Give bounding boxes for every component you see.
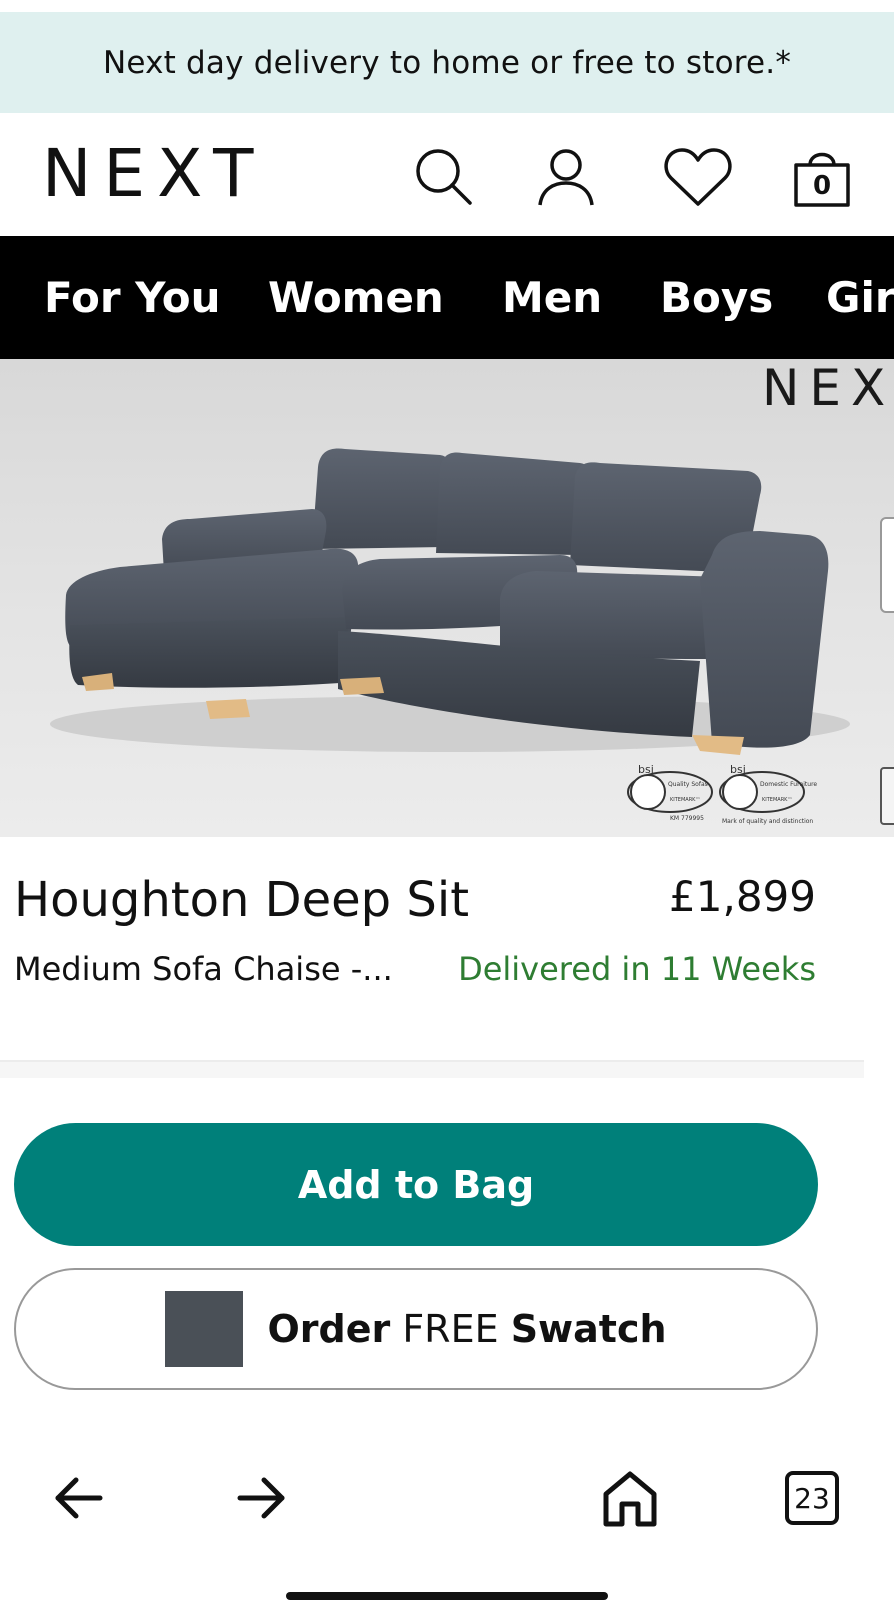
tab-count: 23 bbox=[785, 1471, 839, 1525]
back-arrow-icon[interactable] bbox=[42, 1462, 114, 1534]
home-icon[interactable] bbox=[594, 1462, 666, 1534]
fabric-swatch-chip bbox=[165, 1291, 244, 1367]
section-divider bbox=[0, 1060, 864, 1078]
delivery-banner[interactable]: Next day delivery to home or free to sto… bbox=[0, 12, 894, 113]
bsi-badge-2-text: bsi bbox=[730, 763, 746, 776]
swatch-label-free: FREE bbox=[402, 1307, 499, 1351]
kitemark-caption: Mark of quality and distinction bbox=[722, 818, 814, 825]
delivery-estimate: Delivered in 11 Weeks bbox=[458, 950, 816, 988]
next-image-badge-peek bbox=[880, 767, 894, 825]
next-image-peek[interactable] bbox=[880, 517, 894, 613]
add-to-bag-button[interactable]: Add to Bag bbox=[14, 1123, 818, 1246]
add-to-bag-label: Add to Bag bbox=[297, 1162, 535, 1207]
product-title: Houghton Deep Sit bbox=[14, 872, 470, 928]
bsi-badge-1-text: bsi bbox=[638, 763, 654, 776]
bsi-badge-2-label: Domestic Furniture bbox=[760, 781, 818, 788]
kitemark-label-2: KITEMARK™ bbox=[762, 797, 793, 803]
nav-item-women[interactable]: Women bbox=[268, 236, 444, 359]
category-nav: For You Women Men Boys Gir bbox=[0, 236, 894, 359]
product-price: £1,899 bbox=[669, 872, 816, 921]
heart-icon[interactable] bbox=[662, 141, 734, 213]
nav-item-boys[interactable]: Boys bbox=[660, 236, 773, 359]
delivery-banner-text: Next day delivery to home or free to sto… bbox=[102, 44, 792, 81]
kitemark-label-1: KITEMARK™ bbox=[670, 797, 701, 803]
product-image-carousel[interactable]: NEX bsi bsi Quality Sofas Domestic Furni… bbox=[0, 359, 894, 837]
site-header: NEXT 0 bbox=[0, 113, 894, 236]
bsi-badge-1-label: Quality Sofas bbox=[668, 781, 708, 788]
next-logo[interactable]: NEXT bbox=[42, 141, 265, 207]
sofa-image bbox=[50, 448, 850, 813]
forward-arrow-icon[interactable] bbox=[226, 1462, 298, 1534]
product-subtitle[interactable]: Medium Sofa Chaise -... bbox=[14, 950, 393, 988]
home-indicator bbox=[286, 1592, 608, 1600]
order-swatch-button[interactable]: Order FREE Swatch bbox=[14, 1268, 818, 1390]
nav-item-men[interactable]: Men bbox=[502, 236, 602, 359]
browser-bottom-bar: 23 bbox=[0, 1440, 894, 1560]
bsi-kitemark-badges bbox=[627, 771, 805, 813]
account-icon[interactable] bbox=[530, 141, 602, 213]
bag-count: 0 bbox=[812, 171, 832, 201]
nav-item-girls[interactable]: Gir bbox=[826, 236, 894, 359]
swatch-label-swatch: Swatch bbox=[510, 1307, 667, 1351]
tabs-icon[interactable]: 23 bbox=[776, 1462, 848, 1534]
nav-item-for-you[interactable]: For You bbox=[44, 236, 221, 359]
bag-icon[interactable]: 0 bbox=[786, 141, 858, 213]
search-icon[interactable] bbox=[408, 141, 480, 213]
swatch-label-order: Order bbox=[267, 1307, 391, 1351]
kitemark-cert-number: KM 779995 bbox=[670, 815, 704, 822]
